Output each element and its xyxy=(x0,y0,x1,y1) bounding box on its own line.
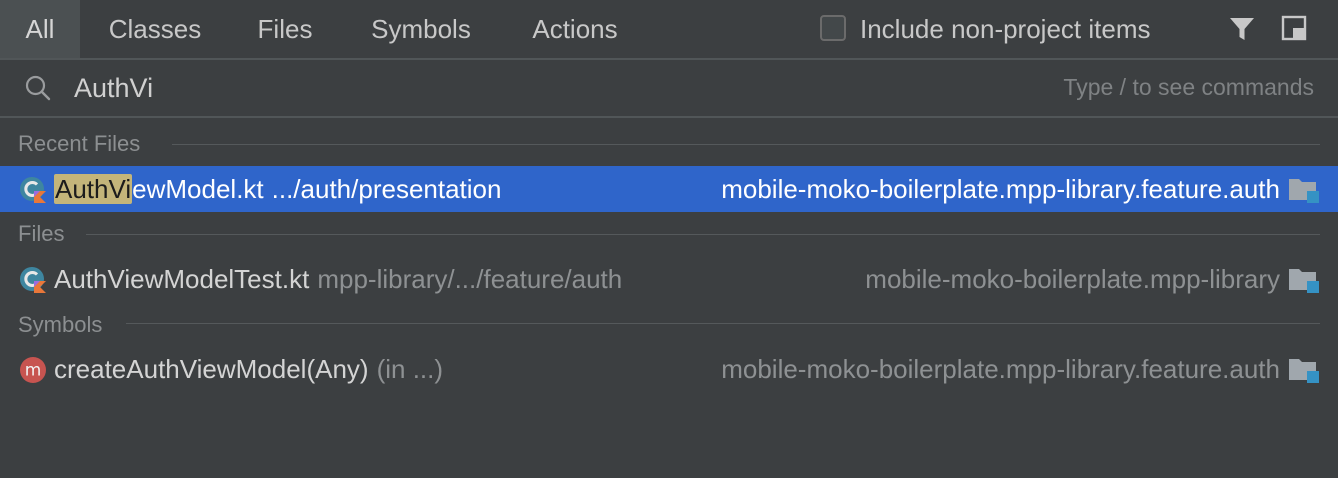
kotlin-class-icon xyxy=(20,267,46,293)
section-divider xyxy=(172,144,1320,145)
result-path: (in ...) xyxy=(376,354,444,384)
result-row-file[interactable]: AuthViewModelTest.kt mpp-library/.../feat… xyxy=(0,256,1338,302)
tab-classes[interactable]: Classes xyxy=(92,0,218,58)
result-module: mobile-moko-boilerplate.mpp-library xyxy=(865,264,1280,294)
match-highlight: AuthVi xyxy=(54,174,133,204)
section-divider xyxy=(86,234,1320,235)
search-everywhere-popup: All Classes Files Symbols Actions Includ… xyxy=(0,0,1338,478)
result-name: createAuthViewModel(Any) xyxy=(54,354,369,384)
result-label: createAuthViewModel(Any) (in ...) xyxy=(54,346,443,392)
section-divider xyxy=(126,323,1320,324)
tab-symbols[interactable]: Symbols xyxy=(352,0,490,58)
result-label: AuthViewModelTest.kt mpp-library/.../feat… xyxy=(54,256,622,302)
result-module: mobile-moko-boilerplate.mpp-library.feat… xyxy=(721,174,1280,204)
tab-actions[interactable]: Actions xyxy=(514,0,636,58)
search-input[interactable] xyxy=(74,66,874,110)
method-icon-letter: m xyxy=(25,361,42,381)
result-name: AuthViewModel.kt xyxy=(54,174,264,204)
module-folder-icon xyxy=(1289,359,1319,383)
kotlin-class-icon xyxy=(20,177,46,203)
result-name: AuthViewModelTest.kt xyxy=(54,264,310,294)
method-icon: m xyxy=(20,357,46,383)
section-header-symbols: Symbols xyxy=(18,312,103,337)
tab-all[interactable]: All xyxy=(0,0,80,58)
result-name-rest: ewModel.kt xyxy=(132,174,264,204)
section-header-recent-files: Recent Files xyxy=(18,131,141,156)
search-row: Type / to see commands xyxy=(0,60,1338,118)
result-module: mobile-moko-boilerplate.mpp-library.feat… xyxy=(721,354,1280,384)
result-row-symbol[interactable]: m createAuthViewModel(Any) (in ...) mobil… xyxy=(0,346,1338,392)
result-path: mpp-library/.../feature/auth xyxy=(317,264,623,294)
filter-icon[interactable] xyxy=(1229,16,1255,42)
result-path: .../auth/presentation xyxy=(271,174,502,204)
result-row-recent-file[interactable]: AuthViewModel.kt .../auth/presentation mo… xyxy=(0,166,1338,212)
include-non-project-checkbox[interactable] xyxy=(820,15,846,41)
search-hint: Type / to see commands xyxy=(1063,74,1314,100)
module-folder-icon xyxy=(1289,179,1319,203)
pin-window-icon[interactable] xyxy=(1281,15,1307,41)
tab-bar: All Classes Files Symbols Actions Includ… xyxy=(0,0,1338,60)
include-non-project-label[interactable]: Include non-project items xyxy=(860,0,1150,58)
result-label: AuthViewModel.kt .../auth/presentation xyxy=(54,166,501,212)
tab-files[interactable]: Files xyxy=(242,0,328,58)
module-folder-icon xyxy=(1289,269,1319,293)
section-header-files: Files xyxy=(18,221,65,246)
search-icon xyxy=(25,75,51,101)
